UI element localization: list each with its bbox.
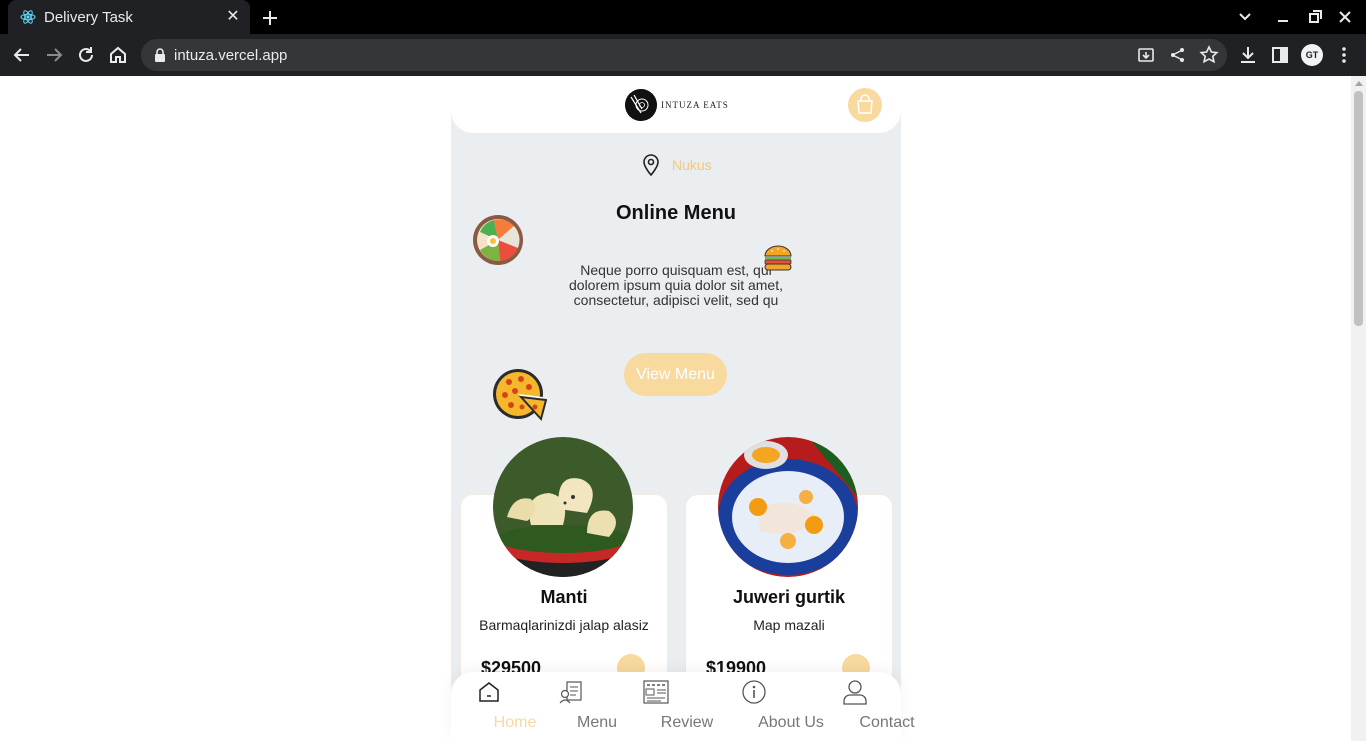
product-description: Barmaqlarinizdi jalap alasiz: [479, 617, 649, 633]
user-icon: [843, 680, 867, 705]
location-pin-icon: [643, 154, 659, 177]
close-window-icon[interactable]: [1335, 8, 1355, 26]
brand-logo-icon[interactable]: [625, 89, 657, 121]
header-cart-button[interactable]: [848, 88, 882, 122]
nav-item-menu[interactable]: Menu: [545, 672, 617, 741]
info-icon: [742, 680, 766, 704]
tab-close-icon[interactable]: ✕: [224, 8, 242, 26]
scroll-up-arrow-icon[interactable]: [1355, 81, 1363, 86]
reload-icon[interactable]: [75, 44, 97, 66]
juweri-gurtik-image: [718, 437, 858, 577]
shopping-bag-icon: [857, 94, 873, 114]
nav-label: Menu: [576, 714, 618, 731]
url-text: intuza.vercel.app: [174, 47, 288, 64]
brand-name: INTUZA EATS: [661, 100, 729, 110]
nav-label: Home: [493, 714, 537, 731]
burger-icon: [764, 245, 792, 271]
nav-item-review[interactable]: Review: [625, 672, 713, 741]
side-panel-icon[interactable]: [1269, 44, 1291, 66]
install-app-icon[interactable]: [1135, 44, 1157, 66]
new-tab-icon[interactable]: [258, 6, 282, 30]
browser-toolbar: intuza.vercel.app GT: [0, 34, 1366, 76]
nav-label: About Us: [758, 714, 824, 731]
page-viewport: INTUZA EATS Nukus Online Menu Neque porr…: [0, 76, 1366, 741]
home-icon: [479, 682, 499, 702]
product-name: Manti: [540, 587, 588, 607]
nav-item-contact[interactable]: Contact: [823, 672, 915, 741]
lock-icon: [155, 48, 165, 62]
review-icon: [643, 680, 669, 704]
pizza-icon: [493, 369, 547, 422]
back-icon[interactable]: [11, 44, 33, 66]
home-browser-icon[interactable]: [107, 44, 129, 66]
nav-label: Review: [660, 714, 714, 731]
location-city[interactable]: Nukus: [672, 157, 712, 173]
downloads-icon[interactable]: [1237, 44, 1259, 66]
page-scrollbar[interactable]: [1351, 76, 1366, 741]
tab-title: Delivery Task: [44, 9, 133, 26]
hero-description: Neque porro quisquam est, qui dolorem ip…: [569, 262, 783, 308]
react-logo-icon: [20, 10, 36, 24]
product-name: Juweri gurtik: [732, 587, 846, 607]
product-description: Map mazali: [753, 617, 825, 633]
delivery-app: INTUZA EATS Nukus Online Menu Neque porr…: [451, 76, 915, 741]
share-icon[interactable]: [1167, 44, 1189, 66]
menu-icon: [559, 681, 582, 704]
view-menu-button[interactable]: View Menu: [624, 353, 727, 396]
profile-avatar[interactable]: GT: [1301, 44, 1323, 66]
more-menu-icon[interactable]: [1333, 44, 1355, 66]
nav-label: Contact: [859, 714, 915, 731]
forward-icon[interactable]: [43, 44, 65, 66]
app-header: INTUZA EATS: [451, 76, 901, 133]
address-bar[interactable]: intuza.vercel.app: [141, 39, 1227, 71]
tab-search-chevron-icon[interactable]: [1235, 8, 1255, 26]
bottom-navigation: Home Menu Review About Us Contact: [451, 672, 915, 741]
restore-icon[interactable]: [1305, 8, 1325, 26]
nav-item-home[interactable]: Home: [463, 672, 536, 741]
manti-image: [493, 437, 633, 577]
bookmark-star-icon[interactable]: [1198, 44, 1220, 66]
nav-item-about-us[interactable]: About Us: [717, 672, 824, 741]
browser-tab[interactable]: Delivery Task ✕: [8, 0, 250, 34]
scrollbar-thumb[interactable]: [1354, 91, 1363, 326]
browser-tab-bar: Delivery Task ✕: [0, 0, 1366, 34]
salad-bowl-icon: [473, 215, 523, 265]
minimize-icon[interactable]: [1273, 8, 1293, 26]
